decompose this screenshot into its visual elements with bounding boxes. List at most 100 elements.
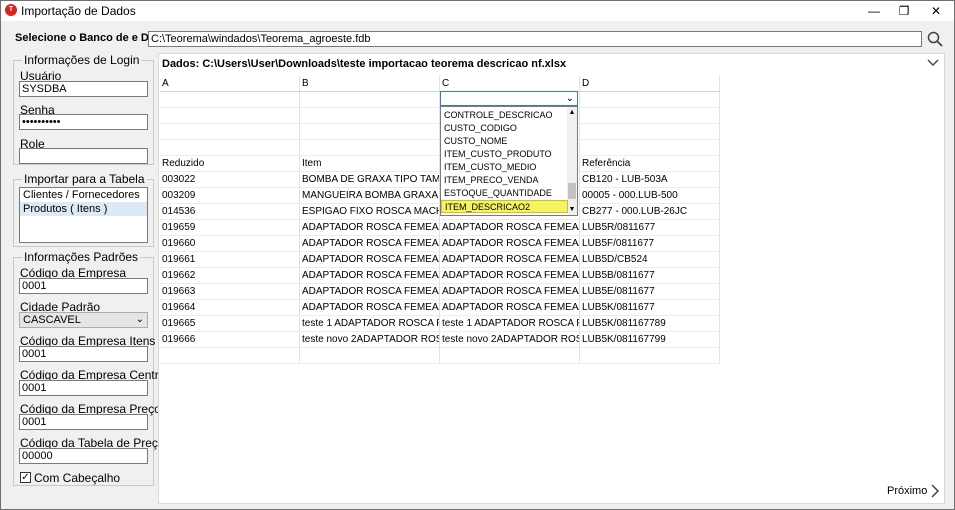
minimize-button[interactable]: — xyxy=(858,1,890,21)
table-cell[interactable]: ESPIGAO FIXO ROSCA MACHO RM... xyxy=(300,204,440,220)
table-cell[interactable]: 019665 xyxy=(160,316,300,332)
table-cell[interactable]: teste novo 2ADAPTADOR ROSCA F... xyxy=(440,332,580,348)
mapping-cell[interactable] xyxy=(580,108,720,124)
empresa-input[interactable]: 0001 xyxy=(19,278,148,294)
cidade-select[interactable]: CASCAVEL ⌄ xyxy=(19,312,148,328)
column-header[interactable]: D xyxy=(580,76,720,92)
dropdown-option[interactable]: CUSTO_NOME xyxy=(441,135,568,148)
table-cell[interactable] xyxy=(160,348,300,364)
chevron-down-icon: ⌄ xyxy=(565,93,574,104)
table-cell[interactable]: teste 1 ADAPTADOR ROSCA FEME... xyxy=(440,316,580,332)
mapping-cell[interactable] xyxy=(300,124,440,140)
app-logo-icon: T xyxy=(5,4,17,16)
dropdown-option[interactable]: ITEM_CUSTO_MEDIO xyxy=(441,161,568,174)
table-cell[interactable]: ADAPTADOR ROSCA FEMEA/MAC... xyxy=(300,284,440,300)
table-cell[interactable]: ADAPTADOR ROSCA FEMEA/MAC... xyxy=(300,300,440,316)
table-cell[interactable]: LUB5B/0811677 xyxy=(580,268,720,284)
mapping-cell[interactable] xyxy=(300,140,440,156)
table-cell[interactable]: ADAPTADOR ROSCA FEMEA/MAC... xyxy=(440,252,580,268)
mapping-cell[interactable] xyxy=(580,140,720,156)
dropdown-scrollbar[interactable]: ▲ ▼ xyxy=(567,107,577,215)
mapping-cell[interactable] xyxy=(160,124,300,140)
role-input[interactable] xyxy=(19,148,148,164)
table-cell[interactable]: MANGUEIRA BOMBA GRAXA 5.00... xyxy=(300,188,440,204)
table-cell[interactable]: LUB5R/0811677 xyxy=(580,220,720,236)
password-input[interactable]: •••••••••• xyxy=(19,114,148,130)
column-header[interactable]: A xyxy=(160,76,300,92)
mapping-cell[interactable] xyxy=(160,108,300,124)
column-c-mapping-combo[interactable]: ⌄ xyxy=(440,91,578,106)
import-table-listbox[interactable]: Clientes / Fornecedores Produtos ( Itens… xyxy=(19,187,148,243)
defaults-group-title: Informações Padrões xyxy=(22,250,141,264)
mapping-cell[interactable] xyxy=(580,124,720,140)
table-cell[interactable]: LUB5F/0811677 xyxy=(580,236,720,252)
table-cell[interactable]: 019661 xyxy=(160,252,300,268)
table-cell[interactable]: teste novo 2ADAPTADOR ROSCA F... xyxy=(300,332,440,348)
mapping-cell[interactable] xyxy=(580,92,720,108)
table-cell[interactable]: LUB5K/0811677 xyxy=(580,300,720,316)
empresa-precos-input[interactable]: 0001 xyxy=(19,414,148,430)
dropdown-option[interactable]: ITEM_DESCRICAO2 xyxy=(441,200,568,213)
table-cell[interactable]: ADAPTADOR ROSCA FEMEA/MAC... xyxy=(440,300,580,316)
table-cell[interactable]: 019659 xyxy=(160,220,300,236)
mapping-cell[interactable] xyxy=(160,92,300,108)
empresa-itens-input[interactable]: 0001 xyxy=(19,346,148,362)
table-cell[interactable]: 019663 xyxy=(160,284,300,300)
table-cell[interactable]: ADAPTADOR ROSCA FEMEA/MAC... xyxy=(440,284,580,300)
login-group-title: Informações de Login xyxy=(22,53,142,67)
table-cell[interactable]: LUB5D/CB524 xyxy=(580,252,720,268)
table-cell[interactable]: teste 1 ADAPTADOR ROSCA FEME... xyxy=(300,316,440,332)
mapping-cell[interactable] xyxy=(300,108,440,124)
dropdown-option[interactable]: CONTROLE_DESCRICAO xyxy=(441,109,568,122)
table-cell[interactable] xyxy=(580,348,720,364)
table-cell[interactable]: 014536 xyxy=(160,204,300,220)
table-cell[interactable]: ADAPTADOR ROSCA FEMEA/MAC... xyxy=(300,220,440,236)
search-icon[interactable] xyxy=(927,31,943,47)
table-cell[interactable]: LUB5K/081167799 xyxy=(580,332,720,348)
centro-custo-input[interactable]: 0001 xyxy=(19,380,148,396)
dropdown-option[interactable]: ESTOQUE_QUANTIDADE xyxy=(441,187,568,200)
table-cell[interactable]: 003022 xyxy=(160,172,300,188)
table-cell[interactable]: LUB5E/0811677 xyxy=(580,284,720,300)
tabela-precos-input[interactable]: 00000 xyxy=(19,448,148,464)
table-cell[interactable]: ADAPTADOR ROSCA FEMEA/MAC... xyxy=(300,268,440,284)
mapping-cell[interactable] xyxy=(160,140,300,156)
table-cell[interactable]: 00005 - 000.LUB-500 xyxy=(580,188,720,204)
user-input[interactable]: SYSDBA xyxy=(19,81,148,97)
table-header-cell[interactable]: Reduzido xyxy=(160,156,300,172)
table-cell[interactable]: 003209 xyxy=(160,188,300,204)
table-cell[interactable]: ADAPTADOR ROSCA FEMEA/MAC... xyxy=(300,252,440,268)
table-cell[interactable]: ADAPTADOR ROSCA FEMEA/MAC... xyxy=(440,236,580,252)
close-button[interactable]: ✕ xyxy=(920,1,952,21)
table-cell[interactable]: CB277 - 000.LUB-26JC xyxy=(580,204,720,220)
table-cell[interactable]: 019664 xyxy=(160,300,300,316)
chevron-down-icon[interactable] xyxy=(926,56,940,70)
dropdown-option[interactable]: ITEM_PRECO_VENDA xyxy=(441,174,568,187)
table-cell[interactable]: ADAPTADOR ROSCA FEMEA/MAC... xyxy=(440,268,580,284)
dropdown-option[interactable]: CUSTO_CODIGO xyxy=(441,122,568,135)
header-checkbox[interactable]: ✓ xyxy=(20,472,31,483)
list-item[interactable]: Produtos ( Itens ) xyxy=(20,202,147,216)
column-mapping-dropdown[interactable]: ▲ ▼ CONTROLE_DESCRICAO CUSTO_CODIGO CUSTO_… xyxy=(440,106,578,216)
db-path-input[interactable]: C:\Teorema\windados\Teorema_agroeste.fdb xyxy=(148,31,922,47)
list-item[interactable]: Clientes / Fornecedores xyxy=(20,188,147,202)
table-cell[interactable]: 019666 xyxy=(160,332,300,348)
table-cell[interactable]: BOMBA DE GRAXA TIPO TAMPA P/... xyxy=(300,172,440,188)
table-cell[interactable]: LUB5K/081167789 xyxy=(580,316,720,332)
table-cell[interactable] xyxy=(300,348,440,364)
dropdown-option[interactable]: ITEM_CUSTO_PRODUTO xyxy=(441,148,568,161)
table-header-cell[interactable]: Referência xyxy=(580,156,720,172)
table-cell[interactable]: ADAPTADOR ROSCA FEMEA/MAC... xyxy=(440,220,580,236)
chevron-right-icon[interactable] xyxy=(929,484,941,498)
table-cell[interactable]: CB120 - LUB-503A xyxy=(580,172,720,188)
mapping-cell[interactable] xyxy=(300,92,440,108)
restore-button[interactable]: ❐ xyxy=(888,1,920,21)
table-cell[interactable]: 019662 xyxy=(160,268,300,284)
column-header[interactable]: B xyxy=(300,76,440,92)
table-header-cell[interactable]: Item xyxy=(300,156,440,172)
column-header[interactable]: C xyxy=(440,76,580,92)
table-cell[interactable] xyxy=(440,348,580,364)
next-button[interactable]: Próximo xyxy=(887,485,927,497)
table-cell[interactable]: 019660 xyxy=(160,236,300,252)
table-cell[interactable]: ADAPTADOR ROSCA FEMEA/MAC... xyxy=(300,236,440,252)
